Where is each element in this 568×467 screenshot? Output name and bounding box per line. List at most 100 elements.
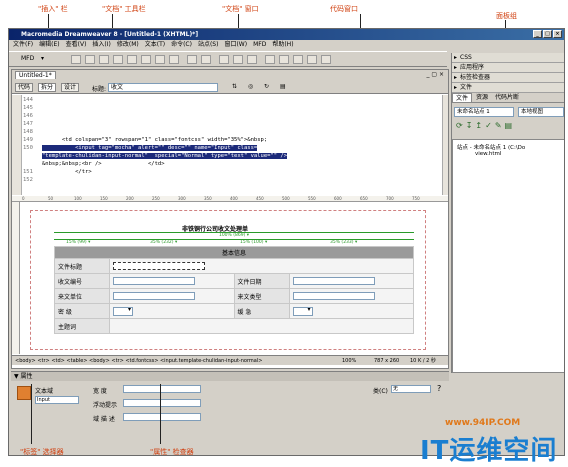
insert-comment-icon[interactable] [187,55,197,64]
menu-view[interactable]: 查看(V) [66,40,87,50]
menu-commands[interactable]: 命令(C) [171,40,192,50]
table-row: 密 级 缓 急 [54,303,414,319]
code-pane[interactable]: 144 145 146 147 148 149 150 151 152 <td … [12,95,448,195]
zoom-level[interactable]: 100% [342,356,356,366]
insert-fieldset-icon[interactable] [321,55,331,64]
class-select[interactable]: 无 [391,385,431,393]
panel-application[interactable]: 应用程序 [452,63,564,73]
menu-help[interactable]: 帮助(H) [272,40,293,50]
code-gutter [12,95,22,195]
insert-list-icon[interactable] [307,55,317,64]
refresh-icon[interactable]: ↻ [264,83,269,90]
field-cell [109,258,414,274]
properties-header[interactable]: ▼ 属性 [11,372,449,381]
insert-image-icon[interactable] [141,55,151,64]
insert-email-icon[interactable] [85,55,95,64]
insert-date-icon[interactable] [169,55,179,64]
insert-layer-icon[interactable] [127,55,137,64]
line-number: 144 [23,97,33,103]
insert-form-icon[interactable] [233,55,243,64]
number-textfield[interactable] [113,277,195,285]
ruler-tick: 150 [100,196,108,201]
secrecy-select[interactable] [113,306,133,316]
unit-textfield[interactable] [113,292,195,300]
view-options-icon[interactable]: ▤ [280,83,286,90]
element-id-input[interactable]: Input [35,396,79,404]
field-label: 主题词 [54,318,110,334]
insert-hyperlink-icon[interactable] [71,55,81,64]
field-cell [109,288,235,304]
design-pane[interactable]: 非铁铜行公司收文处理单 100% (869) ▾ 15% (99) ▾ 35% … [12,202,448,354]
chevron-down-icon[interactable]: ▾ [41,55,44,62]
insert-tag-icon[interactable] [219,55,229,64]
close-button[interactable]: × [553,30,562,38]
field-cell [288,303,414,319]
panel-files[interactable]: 文件 [452,83,564,93]
menu-modify[interactable]: 修改(M) [117,40,139,50]
maximize-button[interactable]: □ [543,30,552,38]
menu-site[interactable]: 站点(S) [198,40,219,50]
insert-media-icon[interactable] [155,55,165,64]
menu-edit[interactable]: 编辑(E) [39,40,59,50]
preview-browser-icon[interactable]: ◎ [248,83,253,90]
download-size: 10 K / 2 秒 [410,358,436,364]
field-label: 缓 急 [233,303,290,319]
width-input[interactable] [123,385,201,393]
callout-property-inspector: "属性" 检查器 [150,448,194,456]
hint-input[interactable] [123,399,201,407]
title-textfield[interactable] [113,262,205,270]
tab-files[interactable]: 文件 [452,93,473,102]
menu-text[interactable]: 文本(T) [145,40,165,50]
code-scrollbar[interactable] [442,95,448,195]
insert-table-icon[interactable] [113,55,123,64]
insert-category-dropdown[interactable]: MFD [21,55,34,62]
field-label: 来文单位 [54,288,110,304]
file-tree[interactable]: 站点 - 未命名站点 1 (C:\Do view.html [452,139,564,373]
tree-item-site[interactable]: 站点 - 未命名站点 1 (C:\Do [457,143,525,151]
section-header: 基本信息 [54,246,414,259]
type-textfield[interactable] [292,292,375,300]
date-textfield[interactable] [292,277,375,285]
insert-checkbox-icon[interactable] [279,55,289,64]
menu-insert[interactable]: 插入(I) [92,40,110,50]
insert-textfield-icon[interactable] [247,55,257,64]
insert-radio-icon[interactable] [293,55,303,64]
view-dropdown[interactable]: 本地视图 [518,107,564,117]
tree-item-file[interactable]: view.html [475,151,501,157]
column-width[interactable]: 15% (100) ▾ [240,240,267,245]
help-icon[interactable]: ? [437,384,441,393]
column-width[interactable]: 35% (232) ▾ [150,240,177,245]
page-title-input[interactable]: 收文 [108,83,218,92]
design-view-button[interactable]: 设计 [61,83,80,92]
menu-mfd[interactable]: MFD [253,40,266,50]
document-close-icon[interactable]: _ ▢ × [426,71,444,78]
insert-anchor-icon[interactable] [99,55,109,64]
description-input[interactable] [123,413,201,421]
callout-line [160,384,161,444]
site-dropdown[interactable]: 未命名站点 1 [454,107,514,117]
code-view-button[interactable]: 代码 [15,83,34,92]
ruler-tick: 50 [48,196,54,201]
insert-button-icon[interactable] [265,55,275,64]
title-bar: Macromedia Dreamweaver 8 - [Untitled-1 (… [9,29,564,40]
menu-window[interactable]: 窗口(W) [224,40,247,50]
table-width-indicator[interactable]: 100% (869) ▾ [54,232,414,238]
tab-snippets[interactable]: 代码片断 [492,93,522,102]
urgency-select[interactable] [292,306,313,316]
file-management-icon[interactable]: ⇅ [232,83,237,90]
tab-assets[interactable]: 资源 [473,93,491,102]
table-row: 主题词 [54,318,414,334]
column-width[interactable]: 35% (233) ▾ [330,240,357,245]
file-toolbar-icons[interactable]: ⟳↧↥✓✎▤ [456,121,515,130]
menu-file[interactable]: 文件(F) [13,40,33,50]
panel-css[interactable]: CSS [452,53,564,63]
window-size[interactable]: 787 x 260 [374,356,399,366]
split-view-button[interactable]: 拆分 [38,83,57,92]
column-width[interactable]: 15% (99) ▾ [66,240,90,245]
watermark-brand: IT运维空间 [420,436,558,466]
panel-tag-inspector[interactable]: 标签检查器 [452,73,564,83]
document-tab[interactable]: Untitled-1* [15,71,56,79]
insert-template-icon[interactable] [201,55,211,64]
minimize-button[interactable]: _ [533,30,542,38]
tag-selector[interactable]: <body> <tr> <td> <table> <body> <tr> <td… [15,358,262,364]
